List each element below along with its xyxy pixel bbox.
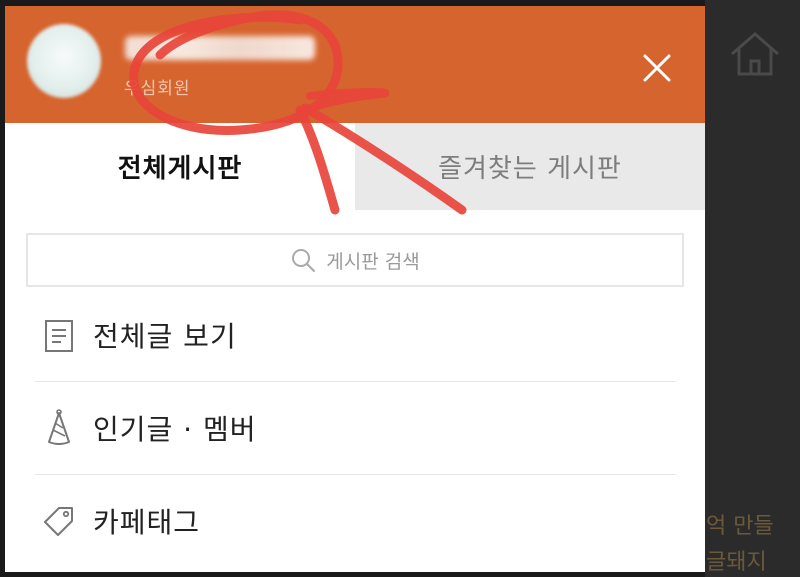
- board-drawer: 우심회원 전체게시판 즐겨찾는 게시판 게시판 검색 전체글 보기 인기글 · …: [5, 6, 705, 572]
- menu-item-label: 인기글 · 멤버: [93, 413, 257, 446]
- background-app: [705, 0, 800, 577]
- menu-item-label: 전체글 보기: [93, 320, 237, 353]
- avatar[interactable]: [27, 24, 101, 98]
- close-icon[interactable]: [637, 48, 677, 88]
- menu-item-label: 카페태그: [93, 506, 201, 539]
- home-icon: [731, 32, 779, 76]
- search-icon: [292, 249, 316, 272]
- drawer-header: 우심회원: [5, 6, 705, 123]
- menu-item-popular[interactable]: 인기글 · 멤버: [35, 382, 675, 474]
- background-text: 억 만들: [706, 514, 774, 539]
- search-placeholder: 게시판 검색: [326, 250, 420, 273]
- document-icon: [45, 320, 73, 352]
- menu-item-cafe-tag[interactable]: 카페태그: [35, 475, 675, 567]
- menu-item-all-posts[interactable]: 전체글 보기: [35, 289, 675, 381]
- background-text: 글돼지: [706, 550, 767, 575]
- party-hat-icon: [48, 409, 70, 445]
- tab-favorite-boards[interactable]: 즐겨찾는 게시판: [355, 123, 705, 210]
- tag-icon: [44, 507, 73, 536]
- tab-all-boards[interactable]: 전체게시판: [5, 123, 355, 210]
- member-level: 우심회원: [124, 79, 191, 99]
- board-search-input[interactable]: 게시판 검색: [26, 233, 684, 287]
- blurred-username: [125, 36, 315, 60]
